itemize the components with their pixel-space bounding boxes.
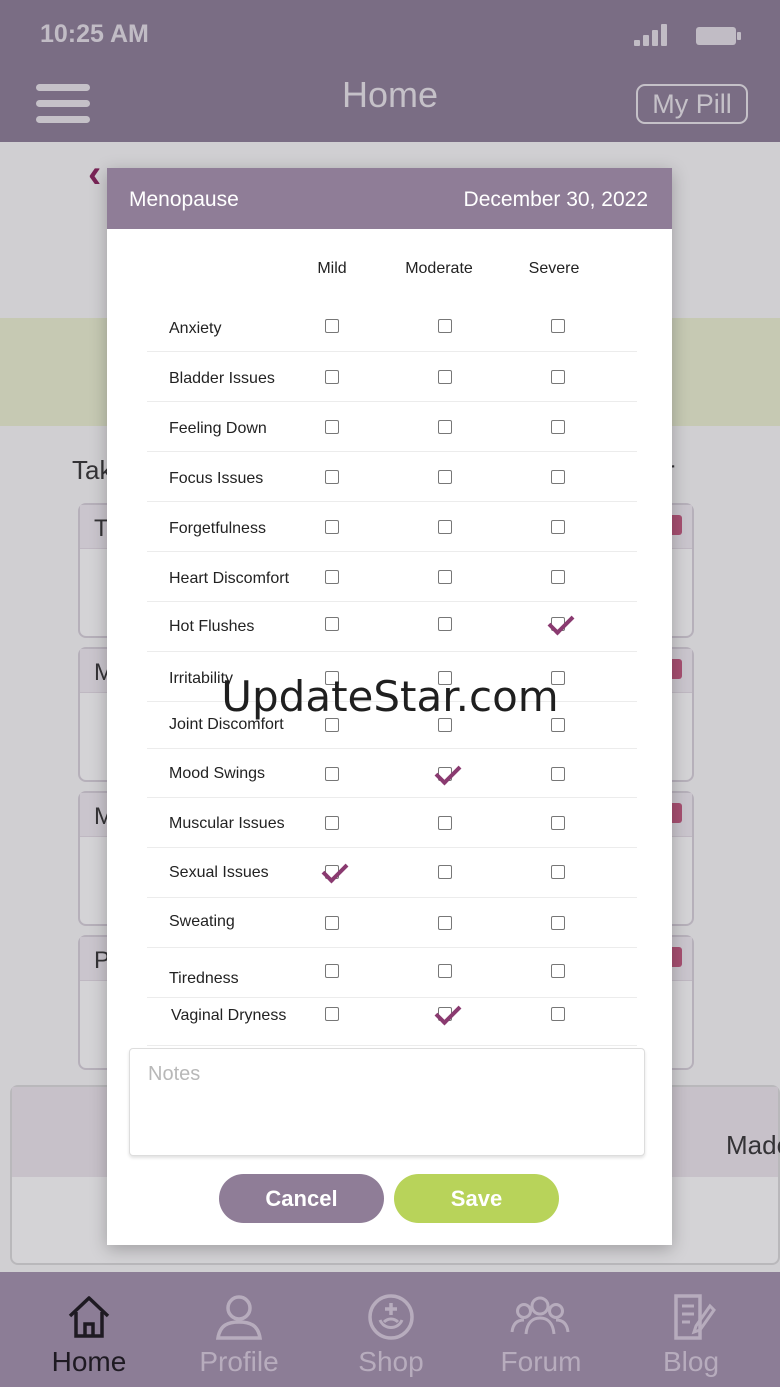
severity-checkbox-moderate[interactable]: [438, 370, 452, 384]
severity-checkbox-moderate[interactable]: [438, 1007, 452, 1021]
severity-checkbox-mild[interactable]: [325, 520, 339, 534]
severity-checkbox-moderate[interactable]: [438, 865, 452, 879]
column-header-moderate: Moderate: [405, 260, 473, 277]
severity-checkbox-moderate[interactable]: [438, 767, 452, 781]
symptom-row: Anxiety: [147, 302, 637, 352]
severity-checkbox-moderate[interactable]: [438, 470, 452, 484]
watermark: UpdateStar.com: [221, 672, 559, 721]
symptom-row: Tiredness: [147, 948, 637, 998]
symptom-label: Forgetfulness: [169, 520, 266, 537]
nav-shop[interactable]: Shop: [316, 1272, 466, 1387]
symptom-label: Tiredness: [169, 970, 239, 987]
severity-checkbox-severe[interactable]: [551, 816, 565, 830]
symptom-label: Muscular Issues: [169, 815, 285, 832]
notes-field[interactable]: [129, 1048, 645, 1156]
severity-checkbox-severe[interactable]: [551, 319, 565, 333]
severity-checkbox-mild[interactable]: [325, 1007, 339, 1021]
symptom-label: Sexual Issues: [169, 864, 269, 881]
bottom-nav: Home Profile Shop Forum Blog: [0, 1272, 780, 1387]
symptom-row: Sexual Issues: [147, 848, 637, 898]
severity-checkbox-mild[interactable]: [325, 617, 339, 631]
column-header-severe: Severe: [528, 260, 580, 277]
symptom-row: Sweating: [147, 898, 637, 948]
nav-shop-label: Shop: [358, 1346, 424, 1377]
nav-forum[interactable]: Forum: [466, 1272, 616, 1387]
symptom-label: Bladder Issues: [169, 370, 275, 387]
nav-blog[interactable]: Blog: [616, 1272, 766, 1387]
severity-checkbox-mild[interactable]: [325, 916, 339, 930]
blog-icon: [674, 1294, 716, 1340]
nav-blog-label: Blog: [662, 1346, 720, 1377]
severity-checkbox-mild[interactable]: [325, 964, 339, 978]
severity-checkbox-mild[interactable]: [325, 816, 339, 830]
dialog-category: Menopause: [129, 188, 239, 211]
severity-checkbox-mild[interactable]: [325, 370, 339, 384]
severity-checkbox-moderate[interactable]: [438, 420, 452, 434]
severity-checkbox-severe[interactable]: [551, 370, 565, 384]
symptom-label: Hot Flushes: [169, 618, 255, 635]
cancel-button[interactable]: Cancel: [219, 1174, 384, 1223]
symptom-label: Feeling Down: [169, 420, 267, 437]
symptom-row: Forgetfulness: [147, 502, 637, 552]
severity-checkbox-moderate[interactable]: [438, 816, 452, 830]
symptom-row: Vaginal Dryness: [147, 996, 637, 1046]
severity-checkbox-mild[interactable]: [325, 865, 339, 879]
symptom-row: Muscular Issues: [147, 798, 637, 848]
symptom-label: Focus Issues: [169, 470, 264, 487]
severity-checkbox-moderate[interactable]: [438, 520, 452, 534]
symptom-label: Mood Swings: [169, 765, 266, 782]
dialog-date: December 30, 2022: [463, 188, 648, 211]
symptom-label: Heart Discomfort: [169, 570, 290, 587]
severity-checkbox-moderate[interactable]: [438, 570, 452, 584]
profile-icon: [215, 1295, 263, 1340]
symptom-row: Focus Issues: [147, 452, 637, 502]
shop-icon: [368, 1294, 414, 1340]
dialog-header: Menopause December 30, 2022: [107, 168, 672, 229]
severity-checkbox-severe[interactable]: [551, 865, 565, 879]
severity-checkbox-moderate[interactable]: [438, 617, 452, 631]
symptom-row: Bladder Issues: [147, 352, 637, 402]
severity-checkbox-mild[interactable]: [325, 767, 339, 781]
nav-home[interactable]: Home: [14, 1272, 164, 1387]
symptom-label: Sweating: [169, 913, 235, 930]
severity-checkbox-severe[interactable]: [551, 617, 565, 631]
symptom-row: Hot Flushes: [147, 602, 637, 652]
severity-checkbox-moderate[interactable]: [438, 916, 452, 930]
severity-checkbox-severe[interactable]: [551, 916, 565, 930]
severity-checkbox-severe[interactable]: [551, 520, 565, 534]
severity-checkbox-severe[interactable]: [551, 767, 565, 781]
nav-profile[interactable]: Profile: [164, 1272, 314, 1387]
nav-forum-label: Forum: [500, 1346, 582, 1377]
nav-profile-label: Profile: [199, 1346, 279, 1377]
save-button[interactable]: Save: [394, 1174, 559, 1223]
severity-checkbox-severe[interactable]: [551, 964, 565, 978]
symptom-row: Feeling Down: [147, 402, 637, 452]
home-icon: [68, 1296, 110, 1338]
severity-checkbox-severe[interactable]: [551, 570, 565, 584]
severity-checkbox-moderate[interactable]: [438, 964, 452, 978]
symptom-row: Heart Discomfort: [147, 552, 637, 602]
severity-checkbox-mild[interactable]: [325, 570, 339, 584]
severity-checkbox-mild[interactable]: [325, 420, 339, 434]
symptom-label: Vaginal Dryness: [171, 1007, 287, 1024]
nav-home-label: Home: [51, 1346, 127, 1377]
severity-checkbox-mild[interactable]: [325, 319, 339, 333]
column-header-mild: Mild: [317, 260, 347, 277]
severity-checkbox-severe[interactable]: [551, 470, 565, 484]
severity-checkbox-mild[interactable]: [325, 470, 339, 484]
symptom-row: Mood Swings: [147, 748, 637, 798]
severity-checkbox-severe[interactable]: [551, 420, 565, 434]
severity-checkbox-severe[interactable]: [551, 1007, 565, 1021]
forum-icon: [510, 1296, 570, 1335]
severity-checkbox-moderate[interactable]: [438, 319, 452, 333]
symptom-label: Anxiety: [169, 320, 222, 337]
